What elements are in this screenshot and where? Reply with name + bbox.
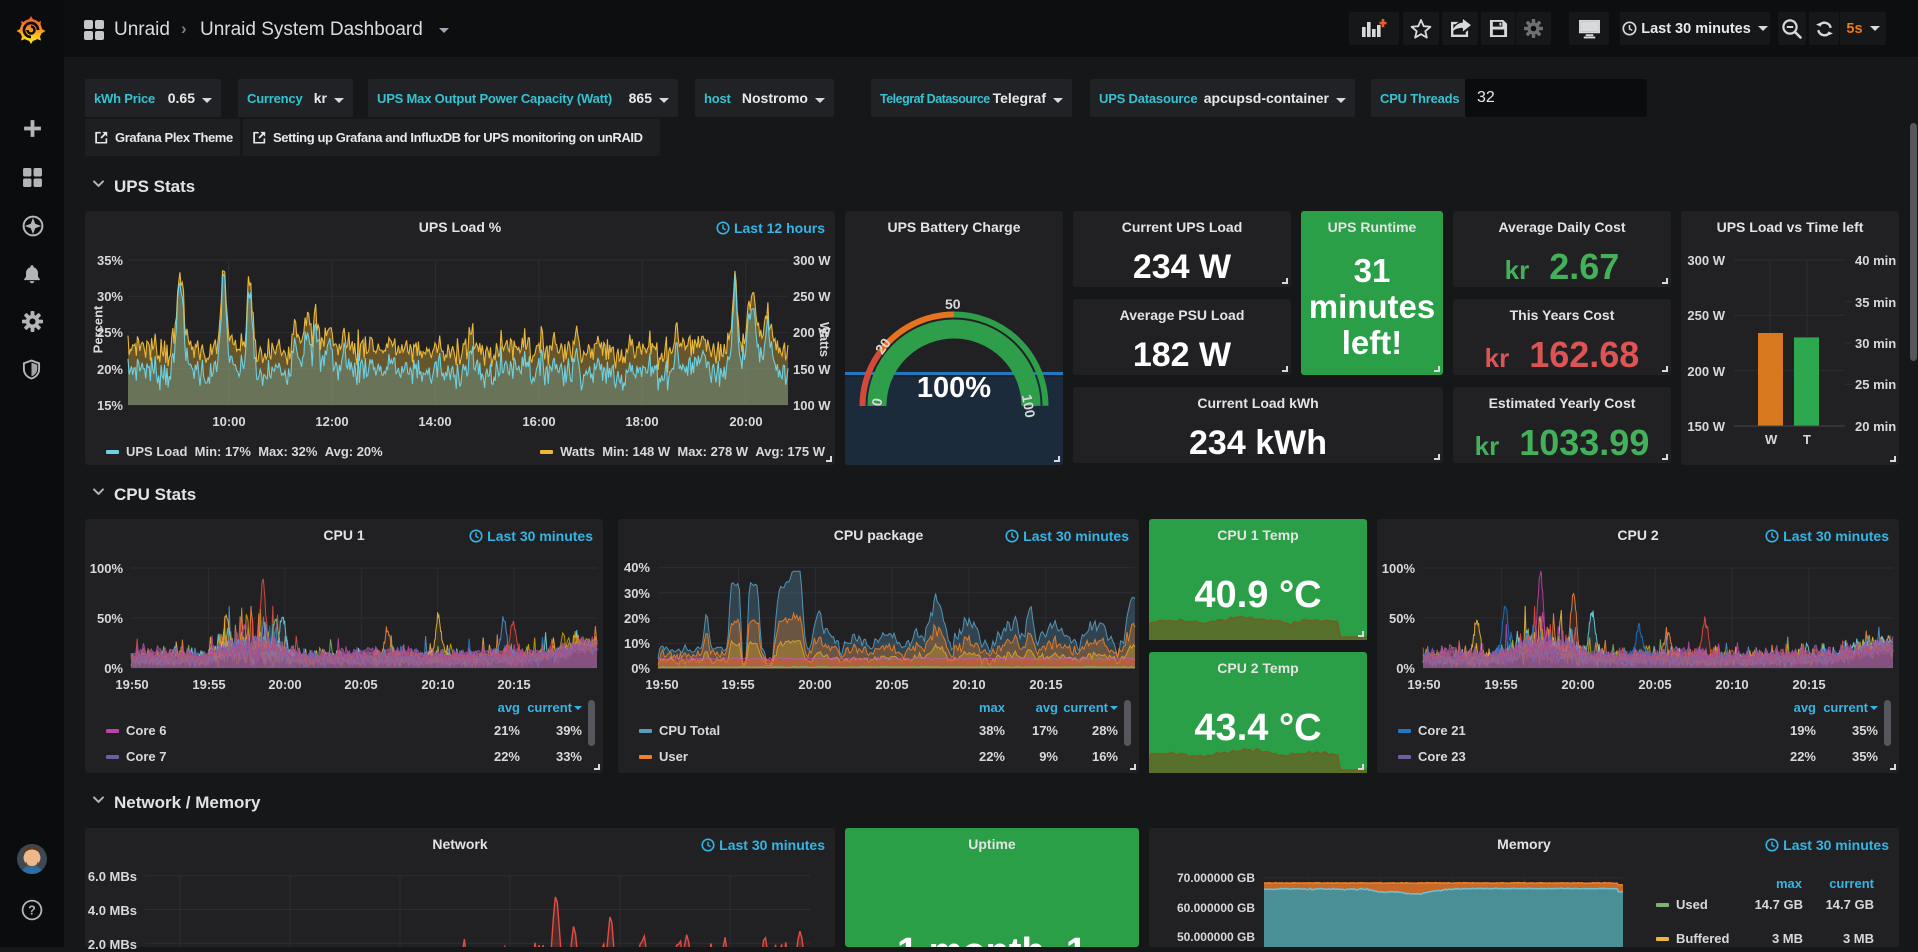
svg-text:?: ? bbox=[28, 904, 36, 918]
